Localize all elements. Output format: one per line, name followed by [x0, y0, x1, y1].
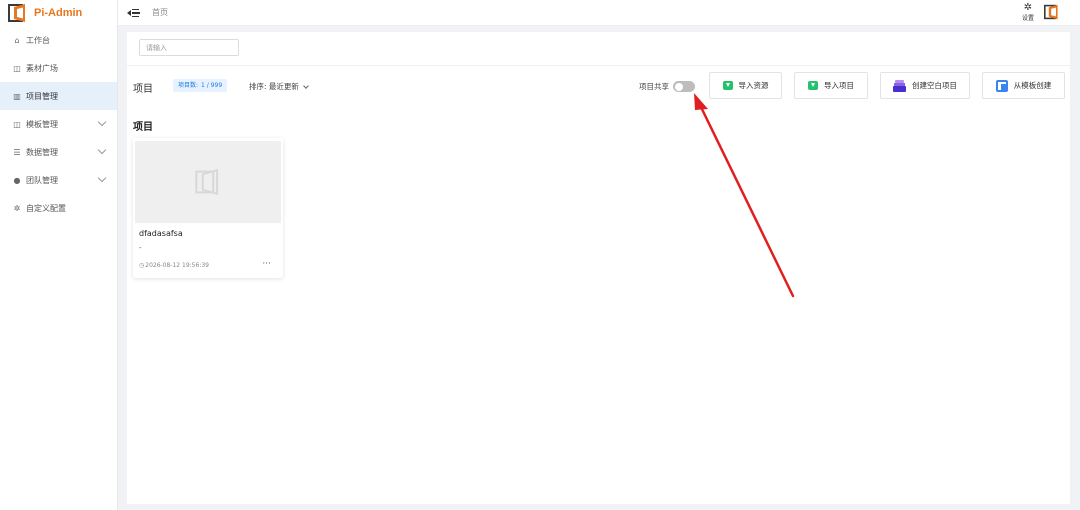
- more-options-button[interactable]: ···: [262, 259, 271, 269]
- sidebar-item-data[interactable]: ☰ 数据管理: [0, 138, 117, 166]
- sort-label: 排序: 最近更新: [249, 82, 299, 91]
- updated-time: 2026-08-12 19:56:39: [145, 262, 209, 269]
- project-thumbnail[interactable]: [135, 141, 281, 223]
- layout-icon: ◫: [13, 63, 21, 73]
- project-card[interactable]: dfadasafsa - ◷ 2026-08-12 19:56:39 ···: [133, 138, 283, 278]
- project-updated: ◷ 2026-08-12 19:56:39: [139, 262, 209, 269]
- sidebar-item-label: 素材广场: [26, 63, 58, 73]
- database-icon: ☰: [13, 147, 21, 157]
- sidebar-item-label: 模板管理: [26, 119, 58, 129]
- sidebar-item-templates[interactable]: ◫ 模板管理: [0, 110, 117, 138]
- import-icon: [722, 81, 733, 90]
- share-label: 项目共享: [639, 82, 669, 91]
- app-name: Pi-Admin: [34, 7, 83, 19]
- sidebar: Pi-Admin ⌂ 工作台 ◫ 素材广场 ▥ 项目管理 ◫ 模板管理 ☰ 数据…: [0, 0, 118, 510]
- tray-icon: [893, 79, 906, 92]
- chevron-down-icon: [97, 145, 107, 155]
- sidebar-item-label: 工作台: [26, 35, 50, 45]
- project-share: 项目共享: [639, 81, 695, 92]
- project-icon: ▥: [13, 91, 21, 101]
- gear-icon: ✲: [13, 203, 21, 213]
- page-title: 项目: [133, 84, 153, 95]
- top-bar: 首页 ✲ 设置: [118, 0, 1080, 26]
- top-right-actions: ✲ 设置: [1022, 2, 1060, 22]
- import-icon: [808, 81, 818, 90]
- sidebar-item-custom-config[interactable]: ✲ 自定义配置: [0, 194, 117, 222]
- search-input[interactable]: [139, 39, 239, 56]
- collapse-menu-icon[interactable]: [127, 8, 140, 18]
- section-title: 项目: [133, 122, 153, 133]
- import-resource-button[interactable]: 导入资源: [709, 72, 782, 99]
- action-buttons: 导入资源 导入项目 创建空白项目 从模板创建: [709, 72, 1065, 99]
- settings-button[interactable]: ✲ 设置: [1022, 2, 1034, 22]
- gear-icon: ✲: [1023, 2, 1033, 13]
- button-label: 导入项目: [824, 81, 854, 90]
- sidebar-item-projects[interactable]: ▥ 项目管理: [0, 82, 117, 110]
- app-logo[interactable]: Pi-Admin: [0, 0, 117, 26]
- project-description: -: [139, 244, 142, 252]
- create-blank-project-button[interactable]: 创建空白项目: [880, 72, 970, 99]
- avatar[interactable]: [1044, 3, 1060, 21]
- chevron-down-icon: [97, 117, 107, 127]
- import-project-button[interactable]: 导入项目: [794, 72, 868, 99]
- template-icon: ◫: [13, 119, 21, 129]
- clock-icon: ◷: [139, 262, 145, 269]
- logo-icon: [8, 4, 25, 22]
- breadcrumb[interactable]: 首页: [152, 7, 168, 18]
- home-icon: ⌂: [14, 35, 20, 45]
- sidebar-item-label: 项目管理: [26, 91, 58, 101]
- sidebar-item-team[interactable]: ● 团队管理: [0, 166, 117, 194]
- sidebar-item-materials[interactable]: ◫ 素材广场: [0, 54, 117, 82]
- share-toggle[interactable]: [673, 81, 695, 92]
- button-label: 创建空白项目: [912, 81, 957, 90]
- sidebar-item-label: 数据管理: [26, 147, 58, 157]
- template-icon: [995, 79, 1008, 92]
- sidebar-item-label: 自定义配置: [26, 203, 66, 213]
- create-from-template-button[interactable]: 从模板创建: [982, 72, 1065, 99]
- count-badge: 项目数: 1 / 999: [173, 79, 228, 92]
- chevron-down-icon: [303, 82, 309, 89]
- chevron-down-icon: [97, 173, 107, 183]
- project-name: dfadasafsa: [139, 229, 183, 238]
- sidebar-item-workbench[interactable]: ⌂ 工作台: [0, 26, 117, 54]
- placeholder-logo-icon: [195, 169, 219, 195]
- main-content: 项目 项目数: 1 / 999 排序: 最近更新 项目共享 导入资源 导入项目 …: [127, 32, 1070, 504]
- sidebar-item-label: 团队管理: [26, 175, 58, 185]
- button-label: 从模板创建: [1013, 81, 1052, 90]
- count-label: 项目数:: [178, 82, 199, 89]
- sidebar-menu: ⌂ 工作台 ◫ 素材广场 ▥ 项目管理 ◫ 模板管理 ☰ 数据管理 ● 团队管理…: [0, 26, 117, 222]
- settings-label: 设置: [1021, 15, 1034, 22]
- divider: [127, 65, 1070, 66]
- user-icon: ●: [13, 175, 21, 185]
- sort-dropdown[interactable]: 排序: 最近更新: [249, 81, 309, 92]
- count-value: 1 / 999: [201, 82, 223, 89]
- button-label: 导入资源: [738, 81, 769, 90]
